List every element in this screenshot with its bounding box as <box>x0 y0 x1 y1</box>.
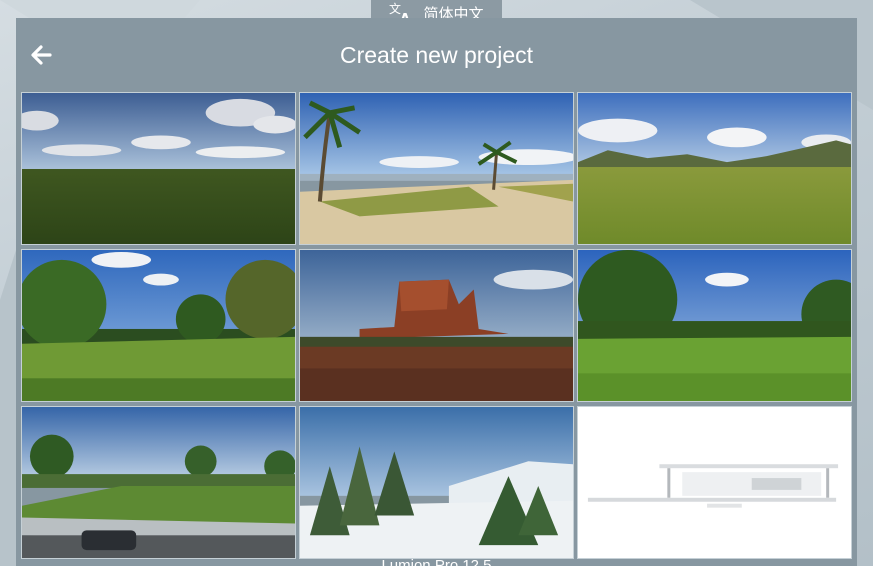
scene-tile-snowy-pines[interactable] <box>299 406 574 559</box>
scene-tile-suburban-street[interactable] <box>21 406 296 559</box>
scene-tile-desert-butte[interactable] <box>299 249 574 402</box>
scene-thumbnail <box>578 250 851 401</box>
scene-thumbnail <box>300 250 573 401</box>
scene-tile-park-lawn[interactable] <box>577 249 852 402</box>
version-label: Lumion Pro 12.5 <box>381 557 492 566</box>
scene-thumbnail <box>22 250 295 401</box>
scene-thumbnail <box>22 93 295 244</box>
scene-thumbnail <box>300 93 573 244</box>
scene-tile-grassland-plain[interactable] <box>21 92 296 245</box>
scene-tile-blank-white-studio[interactable] <box>577 406 852 559</box>
scene-thumbnail <box>578 407 851 558</box>
page-title: Create new project <box>339 42 534 68</box>
scene-tile-meadow-hills[interactable] <box>577 92 852 245</box>
scene-grid <box>21 92 852 559</box>
scene-tile-forest-clearing[interactable] <box>21 249 296 402</box>
panel-header: Create new project <box>16 18 857 92</box>
create-project-panel: Create new project <box>16 18 857 566</box>
scene-thumbnail <box>300 407 573 558</box>
scene-thumbnail <box>578 93 851 244</box>
scene-tile-tropical-beach[interactable] <box>299 92 574 245</box>
scene-thumbnail <box>22 407 295 558</box>
